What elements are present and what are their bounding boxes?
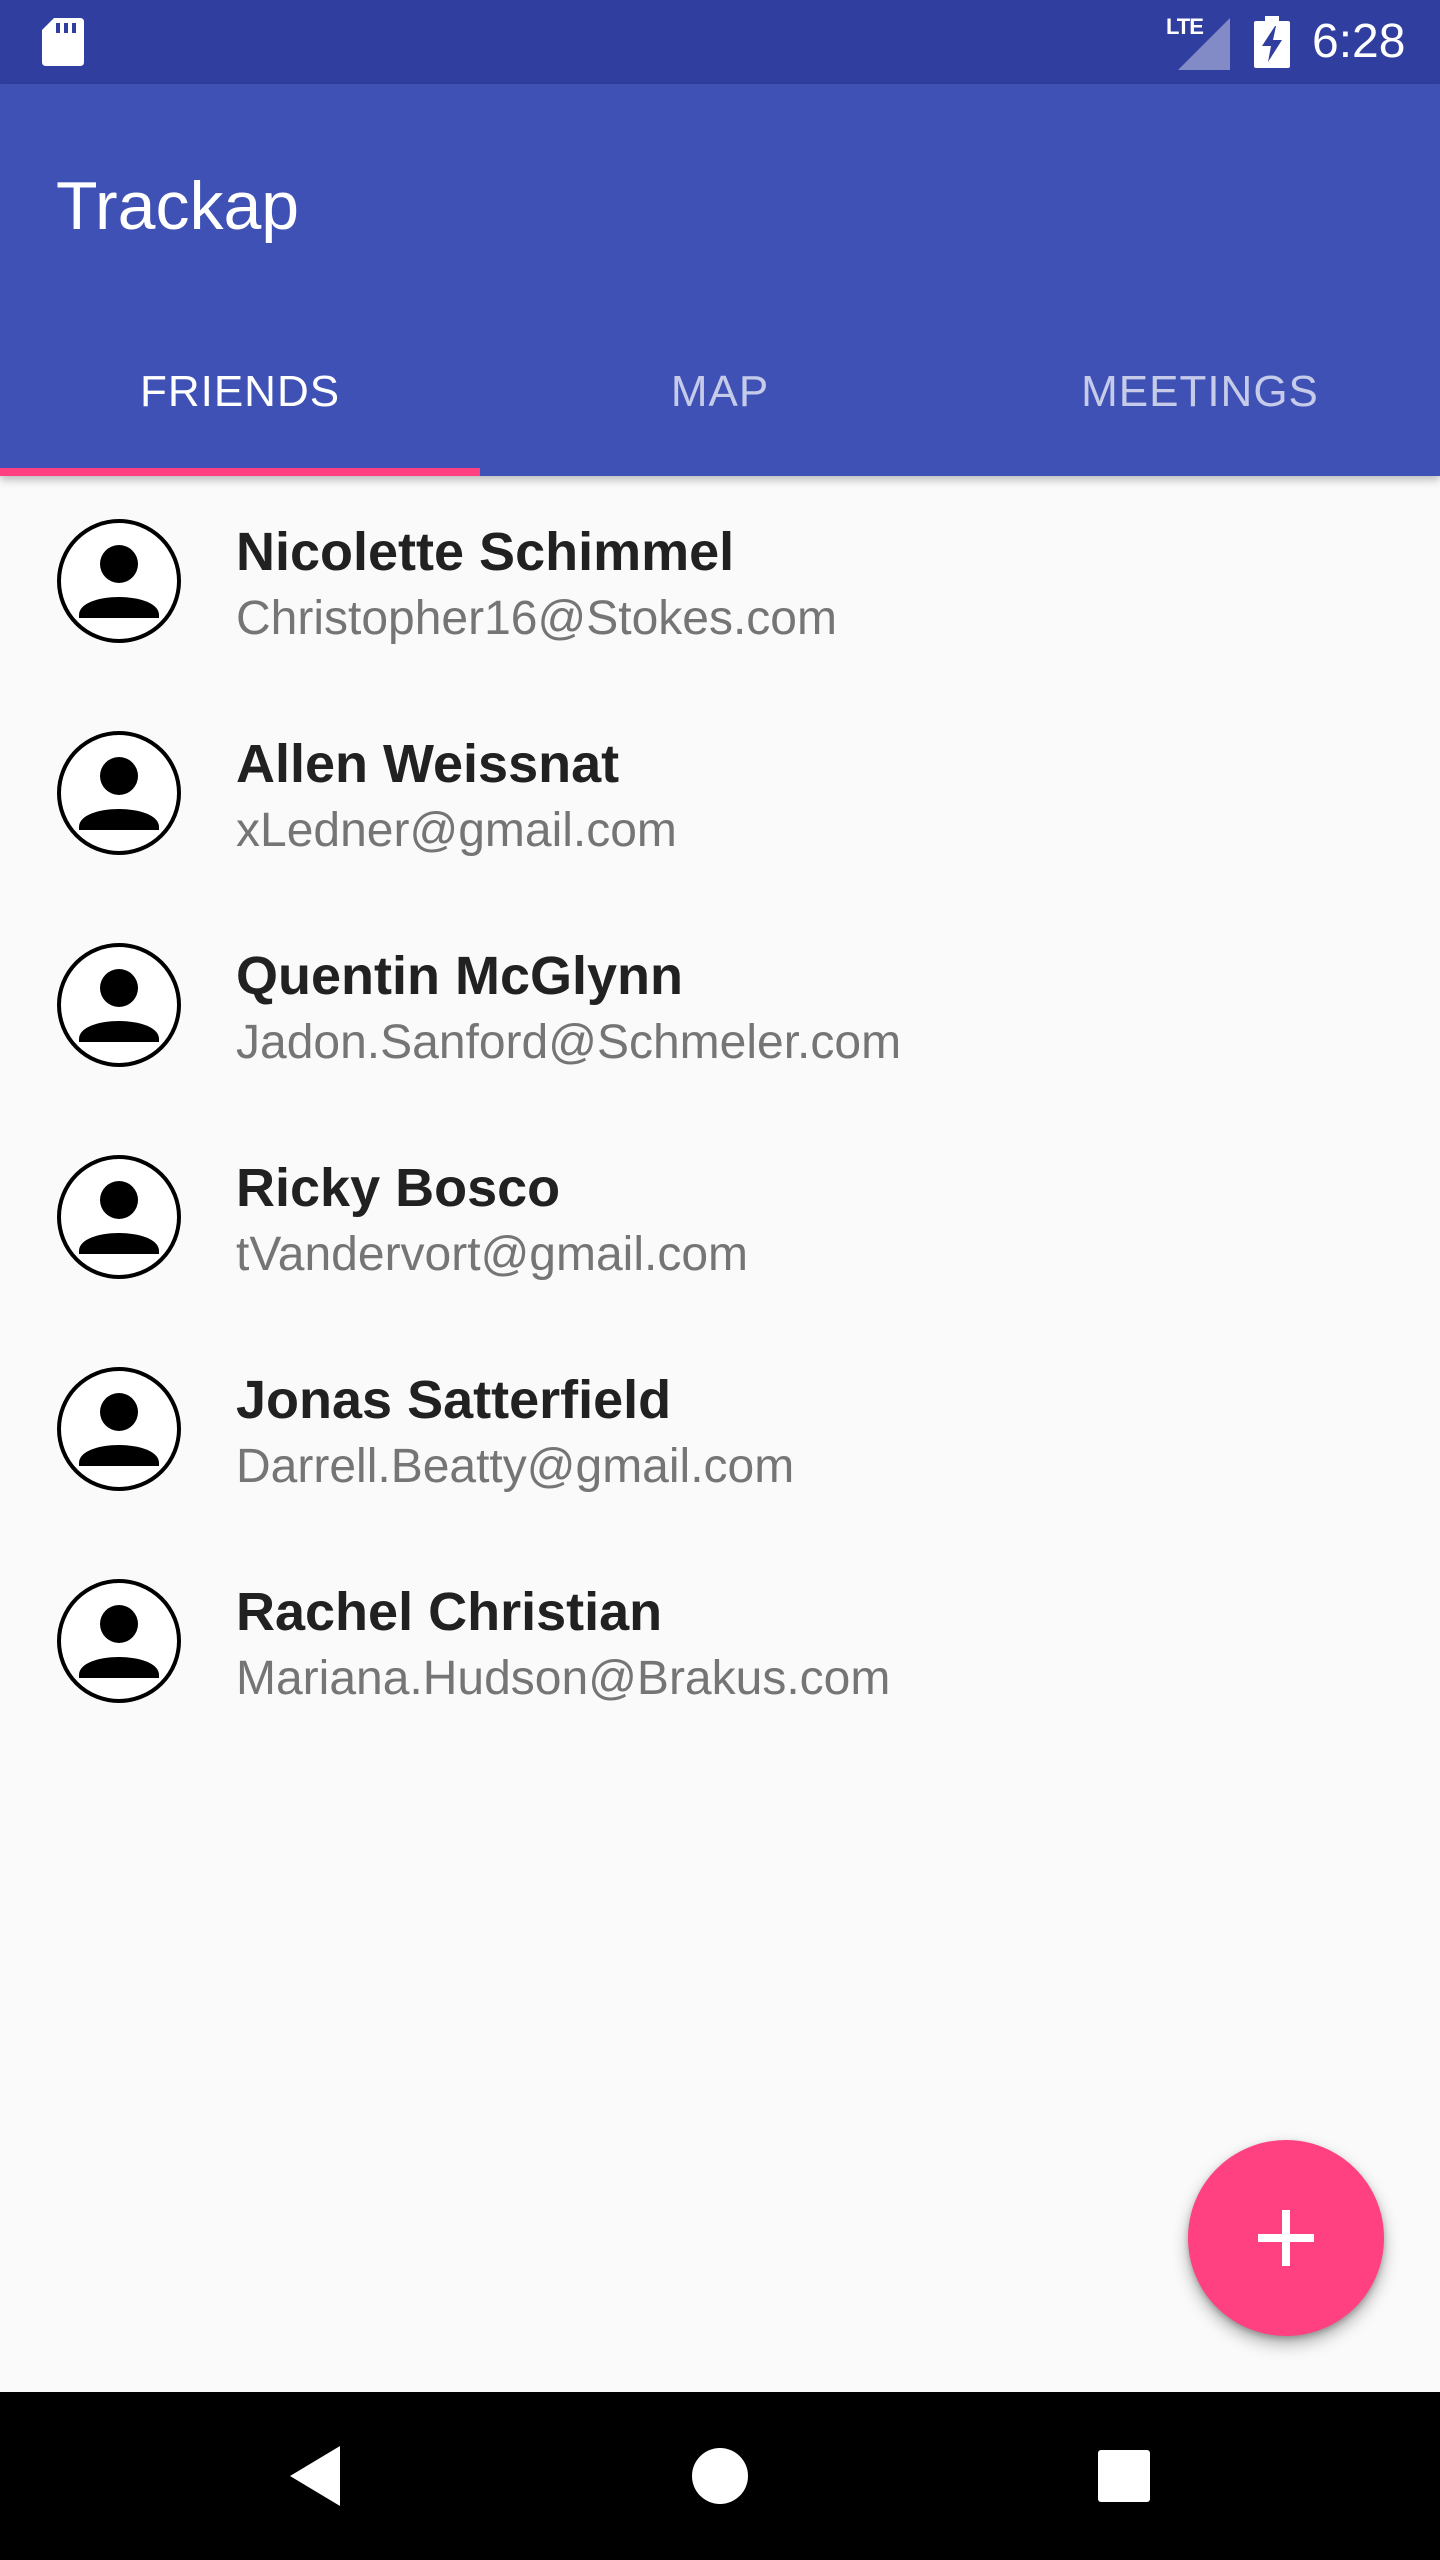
tab-friends[interactable]: FRIENDS	[0, 308, 480, 476]
friend-name: Quentin McGlynn	[236, 946, 684, 1006]
friend-name: Rachel Christian	[236, 1582, 663, 1642]
friend-name: Ricky Bosco	[236, 1158, 561, 1218]
friend-name: Allen Weissnat	[236, 734, 620, 794]
friend-name: Jonas Satterfield	[236, 1370, 672, 1430]
friend-list-item[interactable]: Ricky Bosco tVandervort@gmail.com	[0, 1112, 1440, 1324]
plus-icon	[1258, 2210, 1314, 2266]
app-bar: Trackap FRIENDS MAP MEETINGS	[0, 84, 1440, 476]
person-avatar-icon	[57, 731, 181, 855]
person-avatar-icon	[57, 1155, 181, 1279]
person-avatar-icon	[57, 1367, 181, 1491]
status-bar: LTE 6:28	[0, 0, 1440, 84]
friend-list-item[interactable]: Allen Weissnat xLedner@gmail.com	[0, 688, 1440, 900]
status-time: 6:28	[1312, 15, 1406, 68]
friend-email: tVandervort@gmail.com	[236, 1228, 749, 1281]
back-icon[interactable]	[276, 2436, 356, 2516]
home-icon[interactable]	[680, 2436, 760, 2516]
battery-charging-icon	[1254, 16, 1290, 68]
friends-list: Nicolette Schimmel Christopher16@Stokes.…	[0, 476, 1440, 1748]
tab-indicator	[0, 468, 480, 476]
network-type-label: LTE	[1166, 14, 1204, 39]
friend-list-item[interactable]: Jonas Satterfield Darrell.Beatty@gmail.c…	[0, 1324, 1440, 1536]
friend-list-item[interactable]: Rachel Christian Mariana.Hudson@Brakus.c…	[0, 1536, 1440, 1748]
tab-map[interactable]: MAP	[480, 308, 960, 476]
friend-email: Darrell.Beatty@gmail.com	[236, 1440, 795, 1493]
friend-name: Nicolette Schimmel	[236, 522, 735, 582]
person-avatar-icon	[57, 519, 181, 643]
friend-email: Christopher16@Stokes.com	[236, 592, 837, 645]
sd-card-icon	[42, 18, 84, 66]
navigation-bar	[0, 2392, 1440, 2560]
recents-icon[interactable]	[1084, 2436, 1164, 2516]
person-avatar-icon	[57, 943, 181, 1067]
app-title: Trackap	[56, 168, 300, 244]
friend-email: Mariana.Hudson@Brakus.com	[236, 1652, 891, 1705]
friend-list-item[interactable]: Nicolette Schimmel Christopher16@Stokes.…	[0, 476, 1440, 688]
friend-email: Jadon.Sanford@Schmeler.com	[236, 1016, 902, 1069]
friend-email: xLedner@gmail.com	[236, 804, 677, 857]
tab-meetings[interactable]: MEETINGS	[960, 308, 1440, 476]
tab-bar: FRIENDS MAP MEETINGS	[0, 308, 1440, 476]
friend-list-item[interactable]: Quentin McGlynn Jadon.Sanford@Schmeler.c…	[0, 900, 1440, 1112]
person-avatar-icon	[57, 1579, 181, 1703]
add-friend-button[interactable]	[1188, 2140, 1384, 2336]
